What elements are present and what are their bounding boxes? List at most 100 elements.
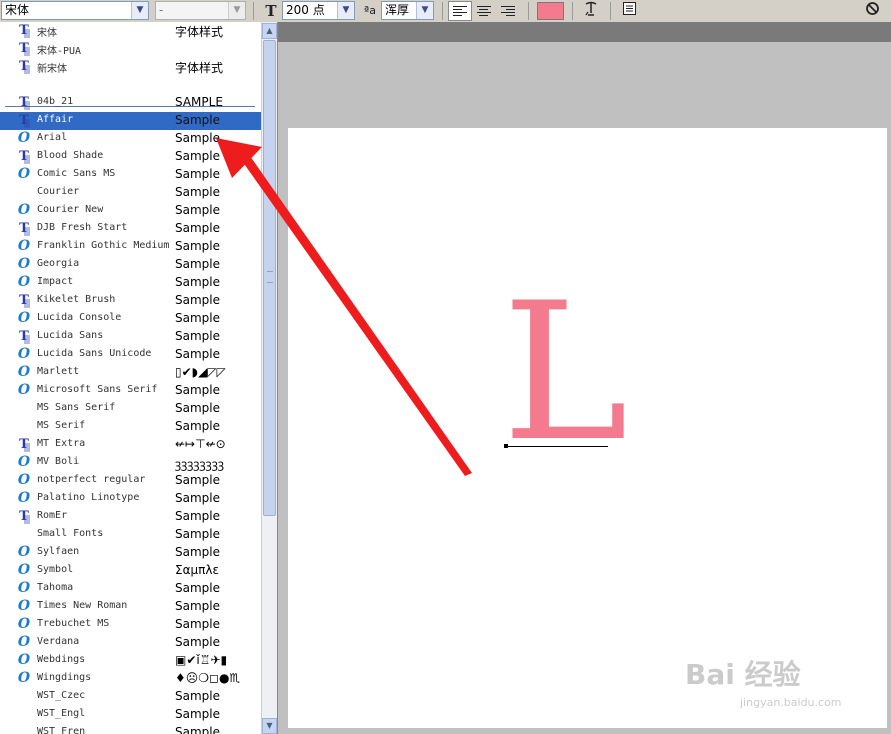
font-list-item[interactable]: MS Sans Serif Sample bbox=[0, 400, 261, 418]
font-sample: Sample bbox=[175, 275, 220, 289]
font-list-item[interactable]: T RomEr Sample bbox=[0, 508, 261, 526]
font-list-item[interactable]: O MV Boli ꝫꝫꝫꝫꝫꝫꝫꝫ bbox=[0, 454, 261, 472]
font-style-dropdown[interactable]: - ▼ bbox=[155, 1, 246, 20]
font-list-item[interactable]: MS Serif Sample bbox=[0, 418, 261, 436]
character-panel-icon[interactable] bbox=[618, 1, 640, 21]
font-name: Comic Sans MS bbox=[37, 168, 116, 179]
toolbar-separator bbox=[253, 2, 254, 20]
font-sample: ♦☹❍◻●♏ bbox=[175, 671, 241, 685]
font-sample: Sample bbox=[175, 599, 220, 613]
grip-icon bbox=[267, 271, 273, 283]
font-family-dropdown[interactable]: 宋体 ▼ bbox=[1, 1, 149, 20]
text-color-swatch[interactable] bbox=[537, 2, 564, 20]
canvas-page[interactable]: L bbox=[288, 128, 887, 728]
font-list-item[interactable]: O Webdings ▣✔ǐ♖✈▮ bbox=[0, 652, 261, 670]
canvas-text-letter[interactable]: L bbox=[502, 278, 628, 468]
align-left-button[interactable] bbox=[448, 1, 472, 21]
align-center-icon bbox=[477, 4, 491, 18]
watermark-url: jingyan.baidu.com bbox=[740, 696, 842, 709]
font-list-item[interactable]: O Palatino Linotype Sample bbox=[0, 490, 261, 508]
opentype-icon: O bbox=[17, 346, 31, 362]
font-name: Courier bbox=[37, 186, 80, 197]
truetype-icon: T bbox=[17, 221, 31, 236]
truetype-icon: T bbox=[17, 509, 31, 524]
font-sample: Sample bbox=[175, 221, 220, 235]
truetype-icon: T bbox=[17, 293, 31, 308]
scroll-down-icon[interactable]: ▼ bbox=[262, 718, 277, 734]
font-dropdown-list[interactable]: T 宋体 字体样式 T 宋体-PUA T 新宋体 字体样式 T 04b_21 SAMPLE T Affa… bbox=[0, 22, 278, 734]
chevron-down-icon[interactable]: ▼ bbox=[416, 2, 433, 19]
font-list-item[interactable]: Small Fonts Sample bbox=[0, 526, 261, 544]
font-list-item[interactable]: O Arial Sample bbox=[0, 130, 261, 148]
font-list-scrollbar[interactable]: ▲ ▼ bbox=[261, 22, 277, 734]
font-list-item[interactable]: T Affair Sample bbox=[0, 112, 261, 130]
font-name: MV Boli bbox=[37, 456, 80, 467]
font-list-item[interactable]: T 宋体 字体样式 bbox=[0, 22, 261, 40]
scroll-up-icon[interactable]: ▲ bbox=[262, 23, 277, 39]
font-list-item[interactable]: O Impact Sample bbox=[0, 274, 261, 292]
chevron-down-icon[interactable]: ▼ bbox=[337, 2, 354, 19]
font-list-item[interactable]: O Verdana Sample bbox=[0, 634, 261, 652]
font-list-item[interactable]: WST_Engl Sample bbox=[0, 706, 261, 724]
opentype-icon: O bbox=[17, 490, 31, 506]
font-sample: Sample bbox=[175, 203, 220, 217]
font-list-item[interactable]: T MT Extra ↚↦⊤↚⊙ bbox=[0, 436, 261, 454]
font-name: 04b_21 bbox=[37, 96, 74, 107]
align-right-icon bbox=[501, 4, 515, 18]
align-center-button[interactable] bbox=[472, 1, 496, 21]
scrollbar-thumb[interactable] bbox=[263, 40, 276, 516]
font-name: DJB Fresh Start bbox=[37, 222, 128, 233]
opentype-icon: O bbox=[17, 130, 31, 146]
font-name: Microsoft Sans Serif bbox=[37, 384, 158, 395]
font-list-item[interactable]: Onotperfect regular Sample bbox=[0, 472, 261, 490]
font-name: Small Fonts bbox=[37, 528, 104, 539]
font-list-item[interactable]: O Courier New Sample bbox=[0, 202, 261, 220]
antialias-dropdown[interactable]: 浑厚 ▼ bbox=[381, 1, 434, 20]
font-list-item[interactable]: O Trebuchet MS Sample bbox=[0, 616, 261, 634]
font-list-item[interactable]: T 宋体-PUA bbox=[0, 40, 261, 58]
font-list-item[interactable]: T 04b_21 SAMPLE bbox=[0, 94, 261, 112]
font-list-item[interactable]: O Wingdings ♦☹❍◻●♏ bbox=[0, 670, 261, 688]
font-sample: Sample bbox=[175, 149, 220, 163]
cancel-icon[interactable] bbox=[862, 1, 882, 21]
font-list-item[interactable]: O Georgia Sample bbox=[0, 256, 261, 274]
font-list-item[interactable]: O Microsoft Sans Serif Sample bbox=[0, 382, 261, 400]
font-list-item[interactable]: T 新宋体 字体样式 bbox=[0, 58, 261, 76]
font-list-item[interactable]: WST_Fren Sample bbox=[0, 724, 261, 734]
font-list-item[interactable]: T Blood Shade Sample bbox=[0, 148, 261, 166]
warp-text-icon[interactable] bbox=[580, 1, 602, 21]
truetype-icon: T bbox=[17, 437, 31, 452]
font-list-item[interactable]: O Lucida Sans Unicode Sample bbox=[0, 346, 261, 364]
toolbar-separator bbox=[610, 2, 611, 20]
font-list-item[interactable]: O Franklin Gothic Medium Sample bbox=[0, 238, 261, 256]
toolbar-separator bbox=[528, 2, 529, 20]
font-list-item[interactable]: T Lucida Sans Sample bbox=[0, 328, 261, 346]
font-list-item[interactable]: T DJB Fresh Start Sample bbox=[0, 220, 261, 238]
opentype-icon: O bbox=[17, 598, 31, 614]
font-name: Sylfaen bbox=[37, 546, 80, 557]
font-name: notperfect regular bbox=[37, 474, 146, 485]
font-list-item[interactable]: O Symbol Σαμπλε bbox=[0, 562, 261, 580]
font-list-item[interactable]: O Sylfaen Sample bbox=[0, 544, 261, 562]
font-list-item[interactable]: WST_Czec Sample bbox=[0, 688, 261, 706]
font-name: Franklin Gothic Medium bbox=[37, 240, 170, 251]
font-list-item[interactable]: O Lucida Console Sample bbox=[0, 310, 261, 328]
chevron-down-icon[interactable]: ▼ bbox=[228, 2, 245, 19]
text-orientation-icon[interactable]: T bbox=[262, 1, 280, 21]
font-sample: Sample bbox=[175, 401, 220, 415]
font-sample: Sample bbox=[175, 707, 220, 721]
font-name: Webdings bbox=[37, 654, 86, 665]
document-window: L bbox=[278, 22, 891, 734]
toolbar-separator bbox=[572, 2, 573, 20]
font-name: MT Extra bbox=[37, 438, 86, 449]
font-list-item[interactable]: Courier Sample bbox=[0, 184, 261, 202]
font-size-dropdown[interactable]: 200 点 ▼ bbox=[282, 1, 355, 20]
chevron-down-icon[interactable]: ▼ bbox=[131, 2, 148, 19]
font-list-item[interactable]: O Marlett ▯✔◗◢◸◸ bbox=[0, 364, 261, 382]
font-list-item[interactable]: O Times New Roman Sample bbox=[0, 598, 261, 616]
font-list-item[interactable]: O Comic Sans MS Sample bbox=[0, 166, 261, 184]
align-right-button[interactable] bbox=[496, 1, 520, 21]
font-list-item[interactable]: T Kikelet Brush Sample bbox=[0, 292, 261, 310]
font-sample: SAMPLE bbox=[175, 95, 223, 109]
font-list-item[interactable]: O Tahoma Sample bbox=[0, 580, 261, 598]
